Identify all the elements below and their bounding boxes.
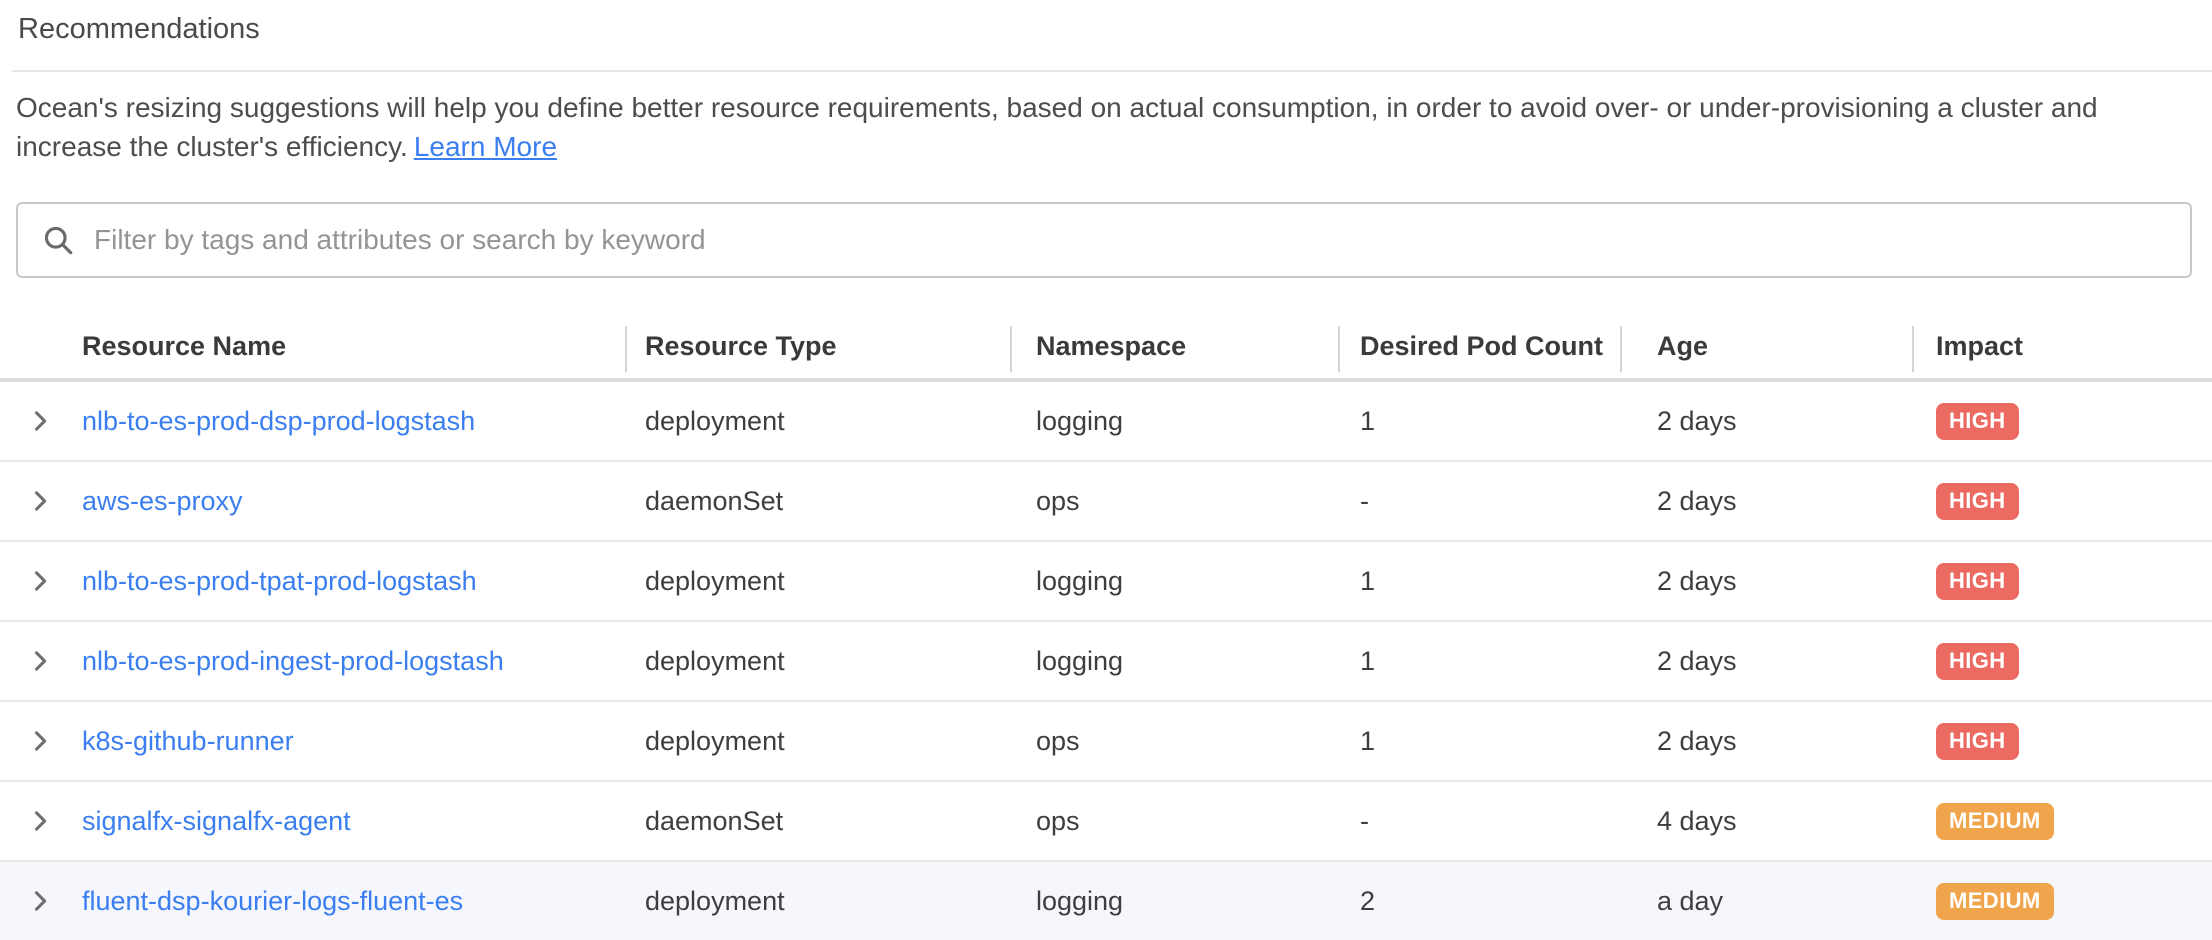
description-body: Ocean's resizing suggestions will help y…	[16, 92, 2098, 162]
namespace-cell: ops	[1010, 462, 1338, 540]
chevron-right-icon	[26, 407, 54, 435]
table-row[interactable]: nlb-to-es-prod-tpat-prod-logstash deploy…	[0, 542, 2212, 622]
namespace-cell: ops	[1010, 782, 1338, 860]
age-cell: 2 days	[1620, 702, 1912, 780]
resource-name-link[interactable]: fluent-dsp-kourier-logs-fluent-es	[82, 886, 463, 917]
table-header-row: Resource Name Resource Type Namespace De…	[0, 314, 2212, 382]
resource-type-cell: deployment	[625, 622, 1010, 700]
column-header-desired-pod-count[interactable]: Desired Pod Count	[1338, 314, 1620, 378]
namespace-cell: logging	[1010, 542, 1338, 620]
namespace-cell: logging	[1010, 622, 1338, 700]
namespace-cell: logging	[1010, 862, 1338, 940]
impact-badge: MEDIUM	[1936, 883, 2054, 920]
column-header-resource-type[interactable]: Resource Type	[625, 314, 1010, 378]
impact-badge: HIGH	[1936, 723, 2019, 760]
resource-name-link[interactable]: aws-es-proxy	[82, 486, 243, 517]
namespace-cell: ops	[1010, 702, 1338, 780]
header-expander-spacer	[0, 314, 80, 378]
impact-badge: MEDIUM	[1936, 803, 2054, 840]
chevron-right-icon	[26, 647, 54, 675]
namespace-cell: logging	[1010, 382, 1338, 460]
recommendations-table: Resource Name Resource Type Namespace De…	[0, 314, 2212, 940]
table-row[interactable]: aws-es-proxy daemonSet ops - 2 days HIGH	[0, 462, 2212, 542]
resource-name-link[interactable]: nlb-to-es-prod-dsp-prod-logstash	[82, 406, 475, 437]
impact-badge: HIGH	[1936, 403, 2019, 440]
title-divider	[12, 70, 2212, 72]
table-row[interactable]: fluent-dsp-kourier-logs-fluent-es deploy…	[0, 862, 2212, 940]
expand-row-button[interactable]	[26, 807, 54, 835]
resource-type-cell: deployment	[625, 702, 1010, 780]
description-text: Ocean's resizing suggestions will help y…	[16, 88, 2190, 166]
resource-type-cell: deployment	[625, 542, 1010, 620]
chevron-right-icon	[26, 487, 54, 515]
column-header-age[interactable]: Age	[1620, 314, 1912, 378]
chevron-right-icon	[26, 727, 54, 755]
desired-pod-count-cell: 1	[1338, 382, 1620, 460]
column-header-impact[interactable]: Impact	[1912, 314, 2212, 378]
desired-pod-count-cell: 2	[1338, 862, 1620, 940]
chevron-right-icon	[26, 887, 54, 915]
expand-row-button[interactable]	[26, 727, 54, 755]
age-cell: a day	[1620, 862, 1912, 940]
table-row[interactable]: nlb-to-es-prod-dsp-prod-logstash deploym…	[0, 382, 2212, 462]
resource-name-link[interactable]: nlb-to-es-prod-tpat-prod-logstash	[82, 566, 477, 597]
expand-row-button[interactable]	[26, 567, 54, 595]
table-row[interactable]: signalfx-signalfx-agent daemonSet ops - …	[0, 782, 2212, 862]
age-cell: 2 days	[1620, 382, 1912, 460]
recommendations-page: Recommendations Ocean's resizing suggest…	[0, 0, 2212, 940]
column-header-namespace[interactable]: Namespace	[1010, 314, 1338, 378]
expand-row-button[interactable]	[26, 487, 54, 515]
expand-row-button[interactable]	[26, 407, 54, 435]
desired-pod-count-cell: 1	[1338, 702, 1620, 780]
learn-more-link[interactable]: Learn More	[414, 131, 557, 162]
chevron-right-icon	[26, 567, 54, 595]
impact-badge: HIGH	[1936, 563, 2019, 600]
column-header-resource-name[interactable]: Resource Name	[80, 314, 625, 378]
desired-pod-count-cell: -	[1338, 782, 1620, 860]
age-cell: 2 days	[1620, 462, 1912, 540]
resource-name-link[interactable]: nlb-to-es-prod-ingest-prod-logstash	[82, 646, 504, 677]
resource-type-cell: daemonSet	[625, 782, 1010, 860]
impact-badge: HIGH	[1936, 643, 2019, 680]
chevron-right-icon	[26, 807, 54, 835]
age-cell: 2 days	[1620, 622, 1912, 700]
expand-row-button[interactable]	[26, 887, 54, 915]
resource-name-link[interactable]: k8s-github-runner	[82, 726, 294, 757]
resource-type-cell: deployment	[625, 862, 1010, 940]
resource-name-link[interactable]: signalfx-signalfx-agent	[82, 806, 351, 837]
age-cell: 2 days	[1620, 542, 1912, 620]
search-icon	[40, 222, 76, 258]
resource-type-cell: deployment	[625, 382, 1010, 460]
resource-type-cell: daemonSet	[625, 462, 1010, 540]
table-row[interactable]: k8s-github-runner deployment ops 1 2 day…	[0, 702, 2212, 782]
desired-pod-count-cell: 1	[1338, 542, 1620, 620]
desired-pod-count-cell: -	[1338, 462, 1620, 540]
page-title: Recommendations	[0, 0, 2212, 46]
age-cell: 4 days	[1620, 782, 1912, 860]
table-row[interactable]: nlb-to-es-prod-ingest-prod-logstash depl…	[0, 622, 2212, 702]
desired-pod-count-cell: 1	[1338, 622, 1620, 700]
search-input[interactable]	[92, 223, 2190, 257]
impact-badge: HIGH	[1936, 483, 2019, 520]
expand-row-button[interactable]	[26, 647, 54, 675]
search-bar[interactable]	[16, 202, 2192, 278]
